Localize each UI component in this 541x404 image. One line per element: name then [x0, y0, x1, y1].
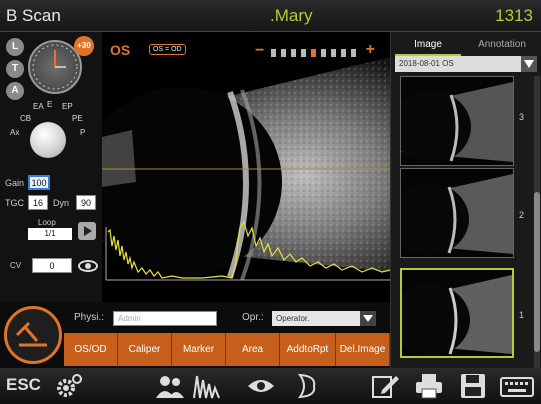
thumbnail-image — [401, 82, 513, 163]
probe-glyph — [15, 321, 47, 347]
thumbnail-image — [402, 275, 512, 356]
save-icon[interactable] — [458, 372, 488, 400]
print-icon[interactable] — [414, 372, 444, 400]
dial-label-e: E — [47, 100, 53, 109]
gain-label: Gain — [5, 178, 25, 188]
operator-label: Opr.: — [242, 312, 264, 323]
gain-level-bar[interactable]: − + — [255, 41, 375, 59]
os-od-toggle[interactable]: OS = OD — [149, 44, 186, 55]
caliper-button[interactable]: Caliper — [118, 333, 172, 366]
exam-date-value: 2018-08-01 OS — [399, 59, 454, 68]
bscan-ultrasound-image — [102, 57, 390, 281]
gain-segment — [301, 49, 306, 57]
chevron-down-icon[interactable] — [360, 311, 376, 326]
thumbnail-image — [401, 174, 513, 255]
probe-orientation-dial[interactable] — [30, 122, 66, 158]
dyn-field[interactable]: 90 — [76, 195, 96, 210]
gain-segment-active — [311, 49, 316, 57]
clock-ticks — [32, 44, 78, 90]
physician-input[interactable]: Admin — [113, 311, 217, 326]
thumbnail-2[interactable] — [400, 168, 514, 258]
thumbnail-number: 3 — [519, 112, 525, 122]
operator-select[interactable]: Operator. — [272, 311, 376, 326]
image-browser-panel: Image Annotation 2018-08-01 OS 3 2 1 — [390, 32, 541, 372]
esc-button[interactable]: ESC — [6, 375, 41, 395]
thumbnail-1-selected[interactable] — [400, 268, 514, 358]
bottom-toolbar: ESC — [0, 368, 541, 404]
app-title: B Scan — [6, 6, 61, 25]
dial-label-pe: PE — [72, 114, 83, 123]
cv-field[interactable]: 0 — [32, 258, 72, 273]
waveform-icon[interactable] — [192, 372, 222, 400]
left-control-panel: L T A +30 EA E EP CB PE Ax P Gain 100 TG… — [0, 32, 102, 302]
dial-label-ep: EP — [62, 102, 73, 111]
patient-id: 1313 — [495, 6, 533, 25]
gain-segment — [271, 49, 276, 57]
thumbnail-number: 2 — [519, 210, 525, 220]
thumbnail-number: 1 — [519, 310, 525, 320]
eye-side-label: OS — [110, 42, 131, 58]
edit-icon[interactable] — [370, 372, 400, 400]
gain-increase-button[interactable]: + — [366, 41, 375, 59]
dial-label-ax: Ax — [10, 128, 20, 137]
play-icon[interactable] — [78, 222, 96, 240]
t-button[interactable]: T — [6, 60, 24, 78]
dial-label-ea: EA — [33, 102, 44, 111]
eye-icon[interactable] — [246, 372, 276, 400]
loop-label: Loop — [38, 218, 56, 227]
patient-name: .Mary — [270, 6, 313, 25]
area-button[interactable]: Area — [226, 333, 280, 366]
physician-label: Physi.: — [74, 312, 105, 323]
gain-segment — [291, 49, 296, 57]
gain-decrease-button[interactable]: − — [255, 42, 264, 60]
dyn-label: Dyn — [53, 198, 70, 208]
add-to-report-button[interactable]: AddtoRpt — [280, 333, 336, 366]
cv-label: CV — [10, 261, 22, 270]
angle-offset-badge[interactable]: +30 — [74, 36, 94, 56]
os-od-button[interactable]: OS/OD — [64, 333, 118, 366]
keyboard-icon[interactable] — [500, 372, 534, 400]
scrollbar-thumb[interactable] — [534, 192, 540, 352]
tgc-field[interactable]: 16 — [28, 195, 48, 210]
dial-label-cb: CB — [20, 114, 32, 123]
gain-field[interactable]: 100 — [28, 175, 50, 190]
chevron-down-icon[interactable] — [521, 56, 537, 72]
left-eye-button[interactable]: L — [6, 38, 24, 56]
gain-segment — [341, 49, 346, 57]
tab-image[interactable]: Image — [395, 36, 461, 56]
tgc-label: TGC — [5, 198, 24, 208]
thumbnail-3[interactable] — [400, 76, 514, 166]
eye-visibility-icon[interactable] — [78, 260, 98, 272]
gain-segment — [331, 49, 336, 57]
loop-field[interactable]: 1/1 — [28, 228, 72, 240]
gain-segment — [281, 49, 286, 57]
patients-icon[interactable] — [155, 372, 185, 400]
gain-segment — [321, 49, 326, 57]
tab-annotation[interactable]: Annotation — [467, 36, 537, 56]
operator-value: Operator. — [276, 314, 310, 323]
delete-image-button[interactable]: Del.Image — [336, 333, 390, 366]
cornea-icon[interactable] — [290, 372, 320, 400]
probe-icon[interactable] — [4, 306, 62, 364]
exam-date-select[interactable]: 2018-08-01 OS — [395, 56, 537, 72]
gain-segment — [351, 49, 356, 57]
a-button[interactable]: A — [6, 82, 24, 100]
gear-icon[interactable] — [54, 372, 84, 400]
bscan-image-area[interactable]: OS OS = OD − + — [102, 32, 390, 302]
title-bar: B Scan .Mary 1313 — [0, 0, 541, 32]
dial-label-p: P — [80, 128, 86, 137]
marker-button[interactable]: Marker — [172, 333, 226, 366]
